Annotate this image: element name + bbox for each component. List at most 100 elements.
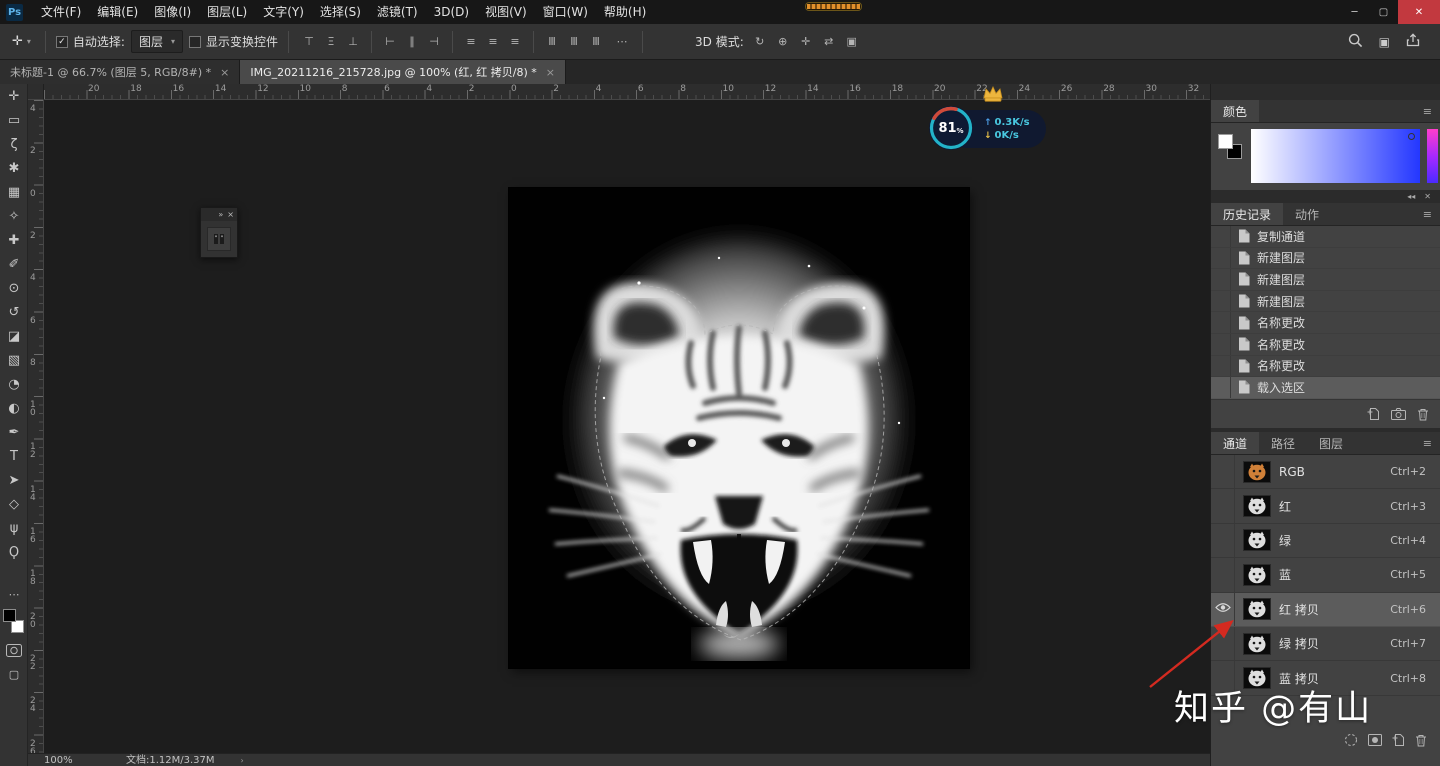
history-item[interactable]: 新建图层 bbox=[1211, 248, 1440, 270]
tab-history[interactable]: 历史记录 bbox=[1211, 203, 1283, 225]
show-transform-checkbox[interactable]: 显示变换控件 bbox=[189, 33, 278, 50]
delete-channel-trash-icon[interactable] bbox=[1415, 734, 1427, 747]
align-icon-button[interactable]: ≡ bbox=[461, 32, 481, 51]
channel-visibility-toggle[interactable] bbox=[1211, 593, 1235, 626]
mode3d-icon-button[interactable]: ⊕ bbox=[773, 32, 793, 51]
tab-layers[interactable]: 图层 bbox=[1307, 432, 1355, 454]
close-panel-icon[interactable]: ✕ bbox=[1424, 192, 1431, 201]
menu-edit[interactable]: 编辑(E) bbox=[89, 0, 146, 24]
history-brush-tool[interactable]: ↺ bbox=[0, 300, 28, 324]
panel-menu-icon[interactable]: ≡ bbox=[1415, 432, 1440, 454]
align-icon-button[interactable]: Ξ bbox=[321, 32, 341, 51]
panel-menu-icon[interactable]: ≡ bbox=[1415, 100, 1440, 122]
menu-layer[interactable]: 图层(L) bbox=[199, 0, 255, 24]
align-icon-button[interactable]: ≡ bbox=[483, 32, 503, 51]
screen-mode-icon[interactable]: ▢ bbox=[0, 668, 28, 681]
align-icon-button[interactable]: ⊤ bbox=[299, 32, 319, 51]
expand-panel-icon[interactable]: » bbox=[218, 210, 223, 219]
panel-menu-icon[interactable]: ≡ bbox=[1415, 203, 1440, 225]
tab-color[interactable]: 颜色 bbox=[1211, 100, 1259, 122]
history-item[interactable]: 名称更改 bbox=[1211, 312, 1440, 334]
zoom-tool[interactable]: Ϙ bbox=[0, 540, 28, 564]
auto-select-checkbox[interactable]: ✓ 自动选择: bbox=[56, 33, 125, 50]
align-icon-button[interactable]: ∥ bbox=[402, 32, 422, 51]
color-sample-marker[interactable] bbox=[1408, 133, 1415, 140]
menu-select[interactable]: 选择(S) bbox=[312, 0, 369, 24]
menu-3d[interactable]: 3D(D) bbox=[426, 0, 477, 24]
history-brush-well[interactable] bbox=[1211, 248, 1231, 269]
document-tab[interactable]: 未标题-1 @ 66.7% (图层 5, RGB/8#) *× bbox=[0, 60, 240, 84]
canvas-area[interactable] bbox=[44, 100, 1210, 753]
menu-help[interactable]: 帮助(H) bbox=[596, 0, 654, 24]
tab-close-icon[interactable]: × bbox=[220, 66, 229, 79]
history-item[interactable]: 新建图层 bbox=[1211, 291, 1440, 313]
history-brush-well[interactable] bbox=[1211, 291, 1231, 312]
history-item[interactable]: 载入选区 bbox=[1211, 377, 1440, 399]
align-icon-button[interactable]: Ⅲ bbox=[542, 32, 562, 51]
history-brush-well[interactable] bbox=[1211, 377, 1231, 398]
menu-view[interactable]: 视图(V) bbox=[477, 0, 535, 24]
mode3d-icon-button[interactable]: ↻ bbox=[750, 32, 770, 51]
new-document-from-state-icon[interactable] bbox=[1367, 407, 1380, 421]
workspace-switcher-icon[interactable]: ▣ bbox=[1379, 35, 1390, 49]
document-canvas[interactable] bbox=[509, 188, 969, 668]
tab-channels[interactable]: 通道 bbox=[1211, 432, 1259, 454]
mode3d-icon-button[interactable]: ✛ bbox=[796, 32, 816, 51]
spot-healing-brush-tool[interactable]: ✚ bbox=[0, 228, 28, 252]
dodge-tool[interactable]: ◐ bbox=[0, 396, 28, 420]
brush-tool[interactable]: ✐ bbox=[0, 252, 28, 276]
align-icon-button[interactable]: Ⅲ bbox=[586, 32, 606, 51]
history-brush-well[interactable] bbox=[1211, 269, 1231, 290]
status-expander-icon[interactable]: › bbox=[241, 754, 244, 766]
menu-filter[interactable]: 滤镜(T) bbox=[369, 0, 426, 24]
lasso-tool[interactable]: ζ bbox=[0, 132, 28, 156]
document-tab[interactable]: IMG_20211216_215728.jpg @ 100% (红, 红 拷贝/… bbox=[240, 60, 566, 84]
color-saturation-field[interactable] bbox=[1251, 129, 1420, 183]
history-brush-well[interactable] bbox=[1211, 334, 1231, 355]
menu-image[interactable]: 图像(I) bbox=[146, 0, 199, 24]
minimize-button[interactable]: ─ bbox=[1340, 0, 1369, 24]
tab-close-icon[interactable]: × bbox=[546, 66, 555, 79]
collapse-panel-icon[interactable]: ◂◂ bbox=[1407, 192, 1415, 201]
ruler-origin-corner[interactable] bbox=[28, 84, 44, 100]
menu-file[interactable]: 文件(F) bbox=[33, 0, 89, 24]
channel-visibility-toggle[interactable] bbox=[1211, 455, 1235, 488]
history-brush-well[interactable] bbox=[1211, 226, 1231, 247]
panel-icon-button[interactable] bbox=[207, 227, 231, 251]
channel-visibility-toggle[interactable] bbox=[1211, 558, 1235, 591]
close-button[interactable]: ✕ bbox=[1398, 0, 1440, 24]
rectangular-marquee-tool[interactable]: ▭ bbox=[0, 108, 28, 132]
delete-state-trash-icon[interactable] bbox=[1417, 408, 1429, 421]
move-tool[interactable]: ✛ bbox=[0, 84, 28, 108]
tool-preset-picker[interactable]: ✛ ▾ bbox=[8, 32, 35, 51]
new-channel-icon[interactable] bbox=[1392, 733, 1405, 747]
align-icon-button[interactable]: ⊢ bbox=[380, 32, 400, 51]
maximize-button[interactable]: ▢ bbox=[1369, 0, 1398, 24]
crop-tool[interactable]: ▦ bbox=[0, 180, 28, 204]
channel-visibility-toggle[interactable] bbox=[1211, 524, 1235, 557]
pen-tool[interactable]: ✒ bbox=[0, 420, 28, 444]
close-icon[interactable]: × bbox=[227, 210, 234, 219]
edit-toolbar-icon[interactable]: ⋯ bbox=[0, 588, 28, 601]
channel-row[interactable]: 绿Ctrl+4 bbox=[1211, 524, 1440, 558]
type-tool[interactable]: T bbox=[0, 444, 28, 468]
channel-visibility-toggle[interactable] bbox=[1211, 489, 1235, 522]
channel-visibility-toggle[interactable] bbox=[1211, 627, 1235, 660]
align-icon-button[interactable]: ≡ bbox=[505, 32, 525, 51]
menu-window[interactable]: 窗口(W) bbox=[535, 0, 596, 24]
clone-stamp-tool[interactable]: ⊙ bbox=[0, 276, 28, 300]
align-options-icon[interactable]: ⋯ bbox=[612, 32, 632, 51]
share-icon[interactable] bbox=[1406, 33, 1420, 50]
foreground-color-swatch[interactable] bbox=[1218, 134, 1233, 149]
auto-select-target-dropdown[interactable]: 图层 ▾ bbox=[131, 30, 183, 53]
eyedropper-tool[interactable]: ✧ bbox=[0, 204, 28, 228]
channel-row[interactable]: 红Ctrl+3 bbox=[1211, 489, 1440, 523]
channel-row[interactable]: 红 拷贝Ctrl+6 bbox=[1211, 593, 1440, 627]
mode3d-icon-button[interactable]: ▣ bbox=[842, 32, 862, 51]
history-item[interactable]: 新建图层 bbox=[1211, 269, 1440, 291]
history-item[interactable]: 复制通道 bbox=[1211, 226, 1440, 248]
align-icon-button[interactable]: Ⅲ bbox=[564, 32, 584, 51]
ruler-vertical[interactable]: 4202468101214161820222426 bbox=[28, 100, 44, 753]
path-selection-tool[interactable]: ➤ bbox=[0, 468, 28, 492]
zoom-level-field[interactable]: 100% bbox=[44, 754, 126, 766]
